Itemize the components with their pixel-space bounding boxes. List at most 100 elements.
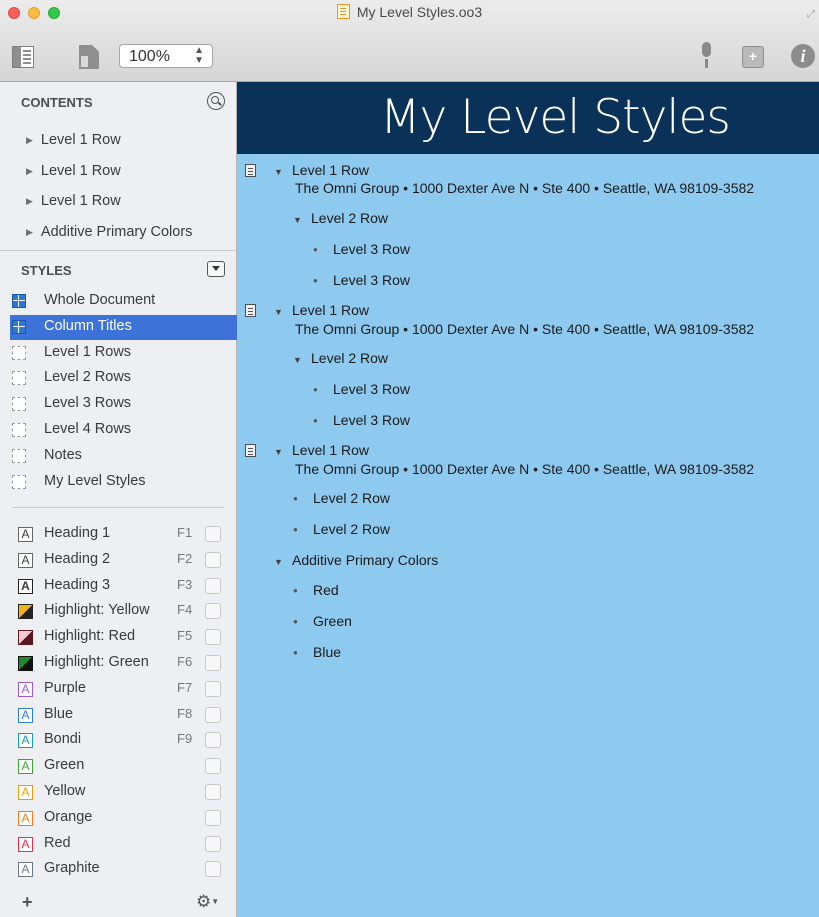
disclosure-triangle-icon[interactable]: ▶ [26, 135, 33, 145]
row-note: The Omni Group • 1000 Dexter Ave N • Ste… [295, 321, 755, 337]
outline-row[interactable]: ▼ Additive Primary Colors [274, 552, 438, 568]
style-item-label: Column Titles [44, 317, 132, 334]
outline-row-text: Level 1 Row [292, 162, 370, 178]
outline-row[interactable]: ● Level 3 Row [313, 412, 410, 428]
named-style-item[interactable]: A Heading 2 F2 [10, 548, 237, 573]
gear-icon[interactable]: ⚙▼ [196, 892, 219, 912]
named-style-item[interactable]: A Blue F8 [10, 703, 237, 728]
style-checkbox[interactable] [205, 784, 221, 800]
named-style-item[interactable]: A Graphite [10, 857, 237, 882]
style-checkbox[interactable] [205, 758, 221, 775]
note-icon[interactable] [245, 304, 256, 317]
style-checkbox[interactable] [205, 835, 221, 852]
styles-menu-button[interactable] [207, 261, 225, 277]
outline-row[interactable]: ● Blue [293, 644, 341, 660]
disclosure-triangle-icon[interactable]: ▼ [274, 307, 292, 317]
named-style-item[interactable]: Highlight: Red F5 [10, 625, 237, 650]
disclosure-triangle-icon[interactable]: ▶ [26, 227, 33, 237]
named-style-item[interactable]: A Red [10, 832, 237, 857]
add-row-button[interactable]: + [742, 46, 764, 68]
style-checkbox[interactable] [205, 809, 221, 826]
style-checkbox[interactable] [205, 655, 221, 671]
style-item[interactable]: Level 1 Rows [10, 341, 237, 366]
outline-row[interactable]: ● Red [293, 582, 339, 598]
outline-row-text: Blue [313, 644, 342, 660]
style-item[interactable]: Column Titles [10, 314, 237, 340]
disclosure-triangle-icon[interactable]: ▼ [274, 447, 292, 457]
disclosure-triangle-icon[interactable]: ▶ [26, 196, 33, 206]
outline-row[interactable]: ● Level 3 Row [313, 241, 410, 257]
style-swatch-icon: A [18, 862, 33, 878]
outline-row[interactable]: ● Level 2 Row [293, 521, 390, 537]
outline-row[interactable]: ▼ Level 1 Row [274, 302, 369, 318]
outline-row[interactable]: ▼ Level 2 Row [293, 350, 388, 366]
named-style-label: Heading 3 [44, 576, 111, 593]
style-checkbox[interactable] [205, 706, 221, 723]
named-style-item[interactable]: Highlight: Green F6 [10, 651, 237, 676]
style-item[interactable]: Notes [10, 444, 237, 469]
bullet-icon: ● [293, 586, 298, 595]
style-checkbox[interactable] [205, 680, 221, 697]
contents-item[interactable]: ▶ Additive Primary Colors [26, 224, 192, 240]
named-style-item[interactable]: A Heading 3 F3 [10, 574, 237, 599]
outline-row[interactable]: ▼ Level 1 Row [274, 442, 369, 458]
fullscreen-icon[interactable]: ⤢ [807, 9, 815, 20]
outline-row-text: Level 3 Row [333, 272, 411, 288]
toggle-inspector-icon[interactable] [79, 45, 99, 69]
style-checkbox[interactable] [205, 861, 221, 878]
shortcut-key: F8 [177, 705, 193, 721]
outline-row[interactable]: ▼ Level 1 Row [274, 162, 369, 178]
named-style-item[interactable]: A Orange [10, 806, 237, 831]
bullet-icon: ● [293, 494, 298, 503]
contents-item[interactable]: ▶ Level 1 Row [26, 193, 121, 209]
outline-row[interactable]: ● Level 2 Row [293, 490, 390, 506]
stepper-arrows-icon[interactable]: ▲ ▼ [194, 46, 204, 66]
search-icon[interactable] [207, 92, 225, 110]
named-style-item[interactable]: A Yellow [10, 780, 237, 805]
outline-row-text: Level 2 Row [311, 210, 389, 226]
style-item[interactable]: My Level Styles [10, 470, 237, 495]
contents-item-label: Level 1 Row [40, 132, 121, 148]
contents-item[interactable]: ▶ Level 1 Row [26, 163, 121, 179]
outline-row[interactable]: ● Green [293, 613, 352, 629]
disclosure-triangle-icon[interactable]: ▶ [26, 166, 33, 176]
style-checkbox[interactable] [205, 551, 221, 568]
toggle-sidebar-button[interactable] [12, 46, 34, 68]
zoom-stepper[interactable]: 100% ▲ ▼ [119, 44, 213, 68]
info-icon[interactable]: i [791, 44, 815, 68]
outline-row-text: Level 1 Row [292, 302, 370, 318]
style-item[interactable]: Level 3 Rows [10, 392, 237, 417]
named-style-item[interactable]: Highlight: Yellow F4 [10, 599, 237, 624]
style-checkbox[interactable] [205, 526, 221, 542]
disclosure-triangle-icon[interactable]: ▼ [274, 167, 292, 177]
style-swatch-icon [18, 656, 33, 671]
style-checkbox[interactable] [205, 732, 221, 749]
named-style-item[interactable]: A Purple F7 [10, 677, 237, 702]
add-style-button[interactable]: + [22, 892, 33, 913]
disclosure-triangle-icon[interactable]: ▼ [293, 215, 311, 225]
bullet-icon: ● [293, 525, 298, 534]
note-icon[interactable] [245, 444, 256, 457]
style-checkbox[interactable] [205, 577, 221, 594]
contents-item-label: Additive Primary Colors [40, 224, 193, 241]
microphone-icon[interactable] [699, 42, 713, 70]
contents-item[interactable]: ▶ Level 1 Row [26, 132, 121, 148]
shortcut-key: F7 [177, 679, 193, 695]
outline-row[interactable]: ● Level 3 Row [313, 381, 410, 397]
style-item[interactable]: Whole Document [10, 289, 237, 314]
disclosure-triangle-icon[interactable]: ▼ [274, 557, 292, 567]
style-item[interactable]: Level 2 Rows [10, 366, 237, 391]
named-style-item[interactable]: A Heading 1 F1 [10, 522, 237, 547]
outline-row[interactable]: ● Level 3 Row [313, 272, 410, 288]
named-style-item[interactable]: A Bondi F9 [10, 728, 237, 753]
style-item[interactable]: Level 4 Rows [10, 418, 237, 443]
named-style-label: Green [44, 757, 85, 774]
outline-row[interactable]: ▼ Level 2 Row [293, 210, 388, 226]
shortcut-key: F4 [177, 602, 193, 618]
style-checkbox[interactable] [205, 629, 221, 646]
style-swatch-icon: A [18, 810, 33, 826]
note-icon[interactable] [245, 164, 256, 177]
disclosure-triangle-icon[interactable]: ▼ [293, 355, 311, 365]
named-style-item[interactable]: A Green [10, 754, 237, 779]
style-checkbox[interactable] [205, 603, 221, 620]
